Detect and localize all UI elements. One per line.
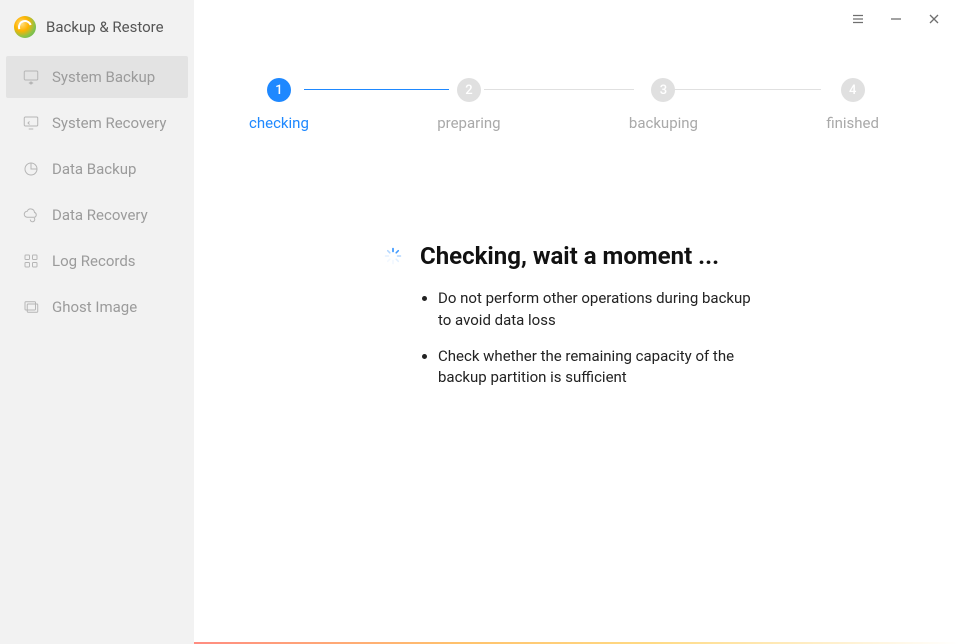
status-bullet: Do not perform other operations during b… [438,288,764,332]
monitor-disk-icon [22,68,40,86]
ghost-folder-icon [22,298,40,316]
monitor-back-icon [22,114,40,132]
step-label: preparing [437,114,500,132]
pie-icon [22,160,40,178]
status-content: Checking, wait a moment ... Do not perfo… [194,132,959,389]
sidebar-item-label: Data Backup [52,160,136,178]
sidebar-item-ghost-image[interactable]: Ghost Image [6,286,188,328]
sidebar-item-system-recovery[interactable]: System Recovery [6,102,188,144]
sidebar-item-label: System Backup [52,68,155,86]
sidebar-item-log-records[interactable]: Log Records [6,240,188,282]
sidebar-header: Backup & Restore [0,10,194,54]
step-label: finished [826,114,879,132]
sidebar-item-data-recovery[interactable]: Data Recovery [6,194,188,236]
status-bullet-list: Do not perform other operations during b… [384,288,764,389]
step-backuping: 3 backuping [629,78,698,132]
step-number: 3 [651,78,675,102]
sidebar-item-system-backup[interactable]: System Backup [6,56,188,98]
step-checking: 1 checking [249,78,309,132]
status-heading-row: Checking, wait a moment ... [384,242,839,270]
app-logo-icon [14,16,36,38]
spinner-icon [384,247,402,265]
step-label: backuping [629,114,698,132]
status-bullet: Check whether the remaining capacity of … [438,346,764,390]
step-connector-1 [304,89,449,90]
sidebar: Backup & Restore System Backup System Re… [0,0,194,644]
grid-icon [22,252,40,270]
app-title: Backup & Restore [46,18,164,36]
step-number: 2 [457,78,481,102]
app-window: Backup & Restore System Backup System Re… [0,0,959,644]
sidebar-nav: System Backup System Recovery Data Backu… [0,54,194,330]
sidebar-item-label: System Recovery [52,114,166,132]
progress-stepper: 1 checking 2 preparing 3 backuping 4 fin… [194,0,959,132]
sidebar-item-data-backup[interactable]: Data Backup [6,148,188,190]
sidebar-item-label: Data Recovery [52,206,148,224]
cloud-refresh-icon [22,206,40,224]
main-panel: 1 checking 2 preparing 3 backuping 4 fin… [194,0,959,644]
step-finished: 4 finished [826,78,879,132]
status-heading: Checking, wait a moment ... [420,242,719,270]
sidebar-item-label: Ghost Image [52,298,137,316]
step-preparing: 2 preparing [437,78,500,132]
step-number: 1 [267,78,291,102]
step-label: checking [249,114,309,132]
step-connector-2 [484,89,634,90]
step-number: 4 [841,78,865,102]
sidebar-item-label: Log Records [52,252,136,270]
